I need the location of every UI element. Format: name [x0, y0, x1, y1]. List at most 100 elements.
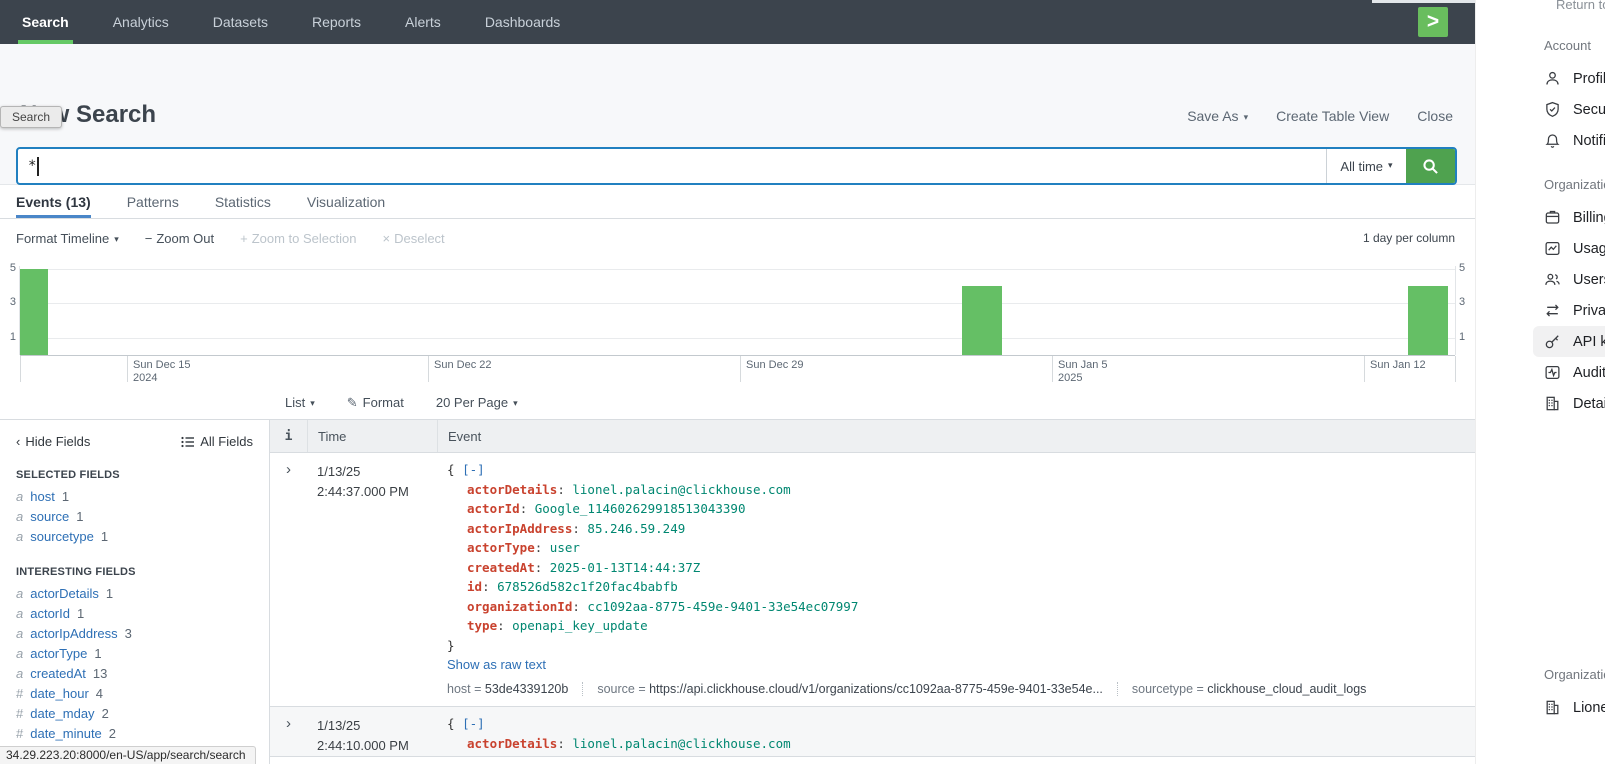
text-cursor	[37, 157, 39, 176]
collapse-json-link[interactable]: [-]	[462, 716, 485, 731]
tab-statistics[interactable]: Statistics	[215, 185, 271, 218]
show-raw-text-link[interactable]: Show as raw text	[447, 657, 546, 672]
close-button[interactable]: Close	[1417, 108, 1453, 124]
nav-item-dashboards[interactable]: Dashboards	[463, 0, 583, 44]
field-host[interactable]: ahost1	[0, 486, 269, 506]
field-date-minute[interactable]: #date_minute2	[0, 723, 269, 743]
panel-item-billing[interactable]: Billing	[1544, 202, 1605, 233]
building-icon	[1544, 699, 1561, 716]
meta-host[interactable]: host53de4339120b	[447, 682, 582, 696]
tab-patterns[interactable]: Patterns	[127, 185, 179, 218]
search-button[interactable]	[1406, 149, 1455, 183]
return-to-link[interactable]: Return to	[1556, 0, 1605, 12]
results-toolbar: List ✎Format 20 Per Page	[270, 386, 1475, 419]
panel-item-organization-lionel[interactable]: Lionel	[1544, 692, 1605, 723]
panel-item-private-endpoints[interactable]: Private endpoints	[1544, 295, 1605, 326]
per-page-dropdown[interactable]: 20 Per Page	[436, 395, 518, 410]
search-header: New Search Save As Create Table View Clo…	[0, 44, 1475, 185]
users-icon	[1544, 271, 1561, 288]
axis-tick	[127, 356, 128, 382]
axis-tick	[1052, 356, 1053, 382]
timeline-bar[interactable]	[1408, 286, 1448, 355]
meta-source[interactable]: sourcehttps://api.clickhouse.cloud/v1/or…	[582, 682, 1117, 696]
time-column-header: Time	[307, 420, 437, 452]
x-tick-label: Sun Jan 12	[1370, 359, 1426, 372]
timeline-axis: Sun Dec 15 2024Sun Dec 22Sun Dec 29Sun J…	[0, 356, 1475, 386]
panel-item-profile[interactable]: Profile	[1544, 63, 1605, 94]
timeline-bar[interactable]	[20, 269, 48, 355]
y-tick-label: 5	[4, 262, 16, 274]
expand-event-chevron-icon[interactable]: ›	[270, 707, 307, 756]
event-json: { [-] actorDetailslionel.palacin@clickho…	[447, 707, 1475, 753]
nav-item-analytics[interactable]: Analytics	[91, 0, 191, 44]
nav-item-reports[interactable]: Reports	[290, 0, 383, 44]
panel-item-api-keys[interactable]: API keys	[1533, 326, 1605, 357]
field-actorType[interactable]: aactorType1	[0, 643, 269, 663]
field-actorIpAddress[interactable]: aactorIpAddress3	[0, 623, 269, 643]
y-tick-label: 5	[1459, 262, 1471, 274]
event-column-header: Event	[437, 420, 1475, 452]
tab-events[interactable]: Events (13)	[16, 185, 91, 218]
meta-sourcetype[interactable]: sourcetypeclickhouse_cloud_audit_logs	[1117, 682, 1381, 696]
list-icon	[181, 436, 195, 448]
zoom-out-button[interactable]: −Zoom Out	[145, 231, 214, 246]
field-date-hour[interactable]: #date_hour4	[0, 683, 269, 703]
nav-item-datasets[interactable]: Datasets	[191, 0, 290, 44]
format-timeline-dropdown[interactable]: Format Timeline	[16, 231, 119, 246]
nav-item-alerts[interactable]: Alerts	[383, 0, 463, 44]
panel-item-notifications[interactable]: Notifications	[1544, 125, 1605, 156]
deselect-button[interactable]: ×Deselect	[383, 231, 445, 246]
zoom-to-selection-button[interactable]: +Zoom to Selection	[240, 231, 356, 246]
organization-section-header: Organization	[1544, 177, 1605, 192]
field-source[interactable]: asource1	[0, 506, 269, 526]
field-date-mday[interactable]: #date_mday2	[0, 703, 269, 723]
panel-item-details[interactable]: Details	[1544, 388, 1605, 419]
x-tick-label: Sun Dec 15 2024	[133, 359, 190, 385]
save-as-button[interactable]: Save As	[1187, 108, 1248, 124]
field-sourcetype[interactable]: asourcetype1	[0, 526, 269, 546]
field-actorId[interactable]: aactorId1	[0, 603, 269, 623]
panel-item-users[interactable]: Users	[1544, 264, 1605, 295]
minus-icon: −	[145, 231, 153, 246]
hide-fields-button[interactable]: ‹Hide Fields	[16, 434, 90, 449]
key-icon	[1544, 333, 1561, 350]
info-column-header: i	[270, 429, 307, 444]
x-icon: ×	[383, 231, 391, 246]
list-view-dropdown[interactable]: List	[285, 395, 315, 410]
interesting-fields-header: INTERESTING FIELDS	[0, 546, 269, 583]
format-results-button[interactable]: ✎Format	[347, 395, 404, 411]
timeline-bar[interactable]	[962, 286, 1002, 355]
event-row: › 1/13/25 2:44:10.000 PM { [-] actorDeta…	[270, 707, 1475, 757]
magnifier-icon	[1422, 158, 1439, 175]
all-fields-button[interactable]: All Fields	[181, 434, 253, 449]
nav-item-search[interactable]: Search	[0, 0, 91, 44]
collapse-json-link[interactable]: [-]	[462, 462, 485, 477]
usage-chart-icon	[1544, 240, 1561, 257]
time-range-picker[interactable]: All time	[1326, 149, 1406, 183]
organizations-section-header: Organizations	[1544, 667, 1605, 682]
person-icon	[1544, 70, 1561, 87]
browser-status-bar: 34.29.223.20:8000/en-US/app/search/searc…	[0, 746, 256, 764]
timeline-plot[interactable]: 553311	[0, 256, 1475, 355]
splunk-logo-icon[interactable]: >	[1418, 7, 1448, 37]
event-row: › 1/13/25 2:44:37.000 PM { [-] actorDeta…	[270, 453, 1475, 707]
browser-edge-strip	[1372, 0, 1475, 3]
panel-item-audit[interactable]: Audit	[1544, 357, 1605, 388]
tab-visualization[interactable]: Visualization	[307, 185, 385, 218]
fields-sidebar: ‹Hide Fields All Fields SELECTED FIELDS …	[0, 419, 270, 764]
axis-tick	[1455, 356, 1456, 382]
expand-event-chevron-icon[interactable]: ›	[270, 453, 307, 706]
timeline-scale-note: 1 day per column	[1363, 231, 1455, 245]
panel-item-security[interactable]: Security	[1544, 94, 1605, 125]
field-actorDetails[interactable]: aactorDetails1	[0, 583, 269, 603]
y-tick-label: 1	[4, 331, 16, 343]
search-query-text: *	[28, 158, 36, 174]
create-table-view-button[interactable]: Create Table View	[1276, 108, 1389, 124]
event-time: 1/13/25 2:44:37.000 PM	[307, 453, 437, 706]
search-input[interactable]: *	[18, 149, 1326, 183]
field-createdAt[interactable]: acreatedAt13	[0, 663, 269, 683]
x-tick-label: Sun Dec 29	[746, 359, 803, 372]
panel-item-usage[interactable]: Usage	[1544, 233, 1605, 264]
account-side-panel: Return to Account Profile Security Notif…	[1475, 0, 1605, 764]
events-list: i Time Event › 1/13/25 2:44:37.000 PM { …	[270, 419, 1475, 764]
